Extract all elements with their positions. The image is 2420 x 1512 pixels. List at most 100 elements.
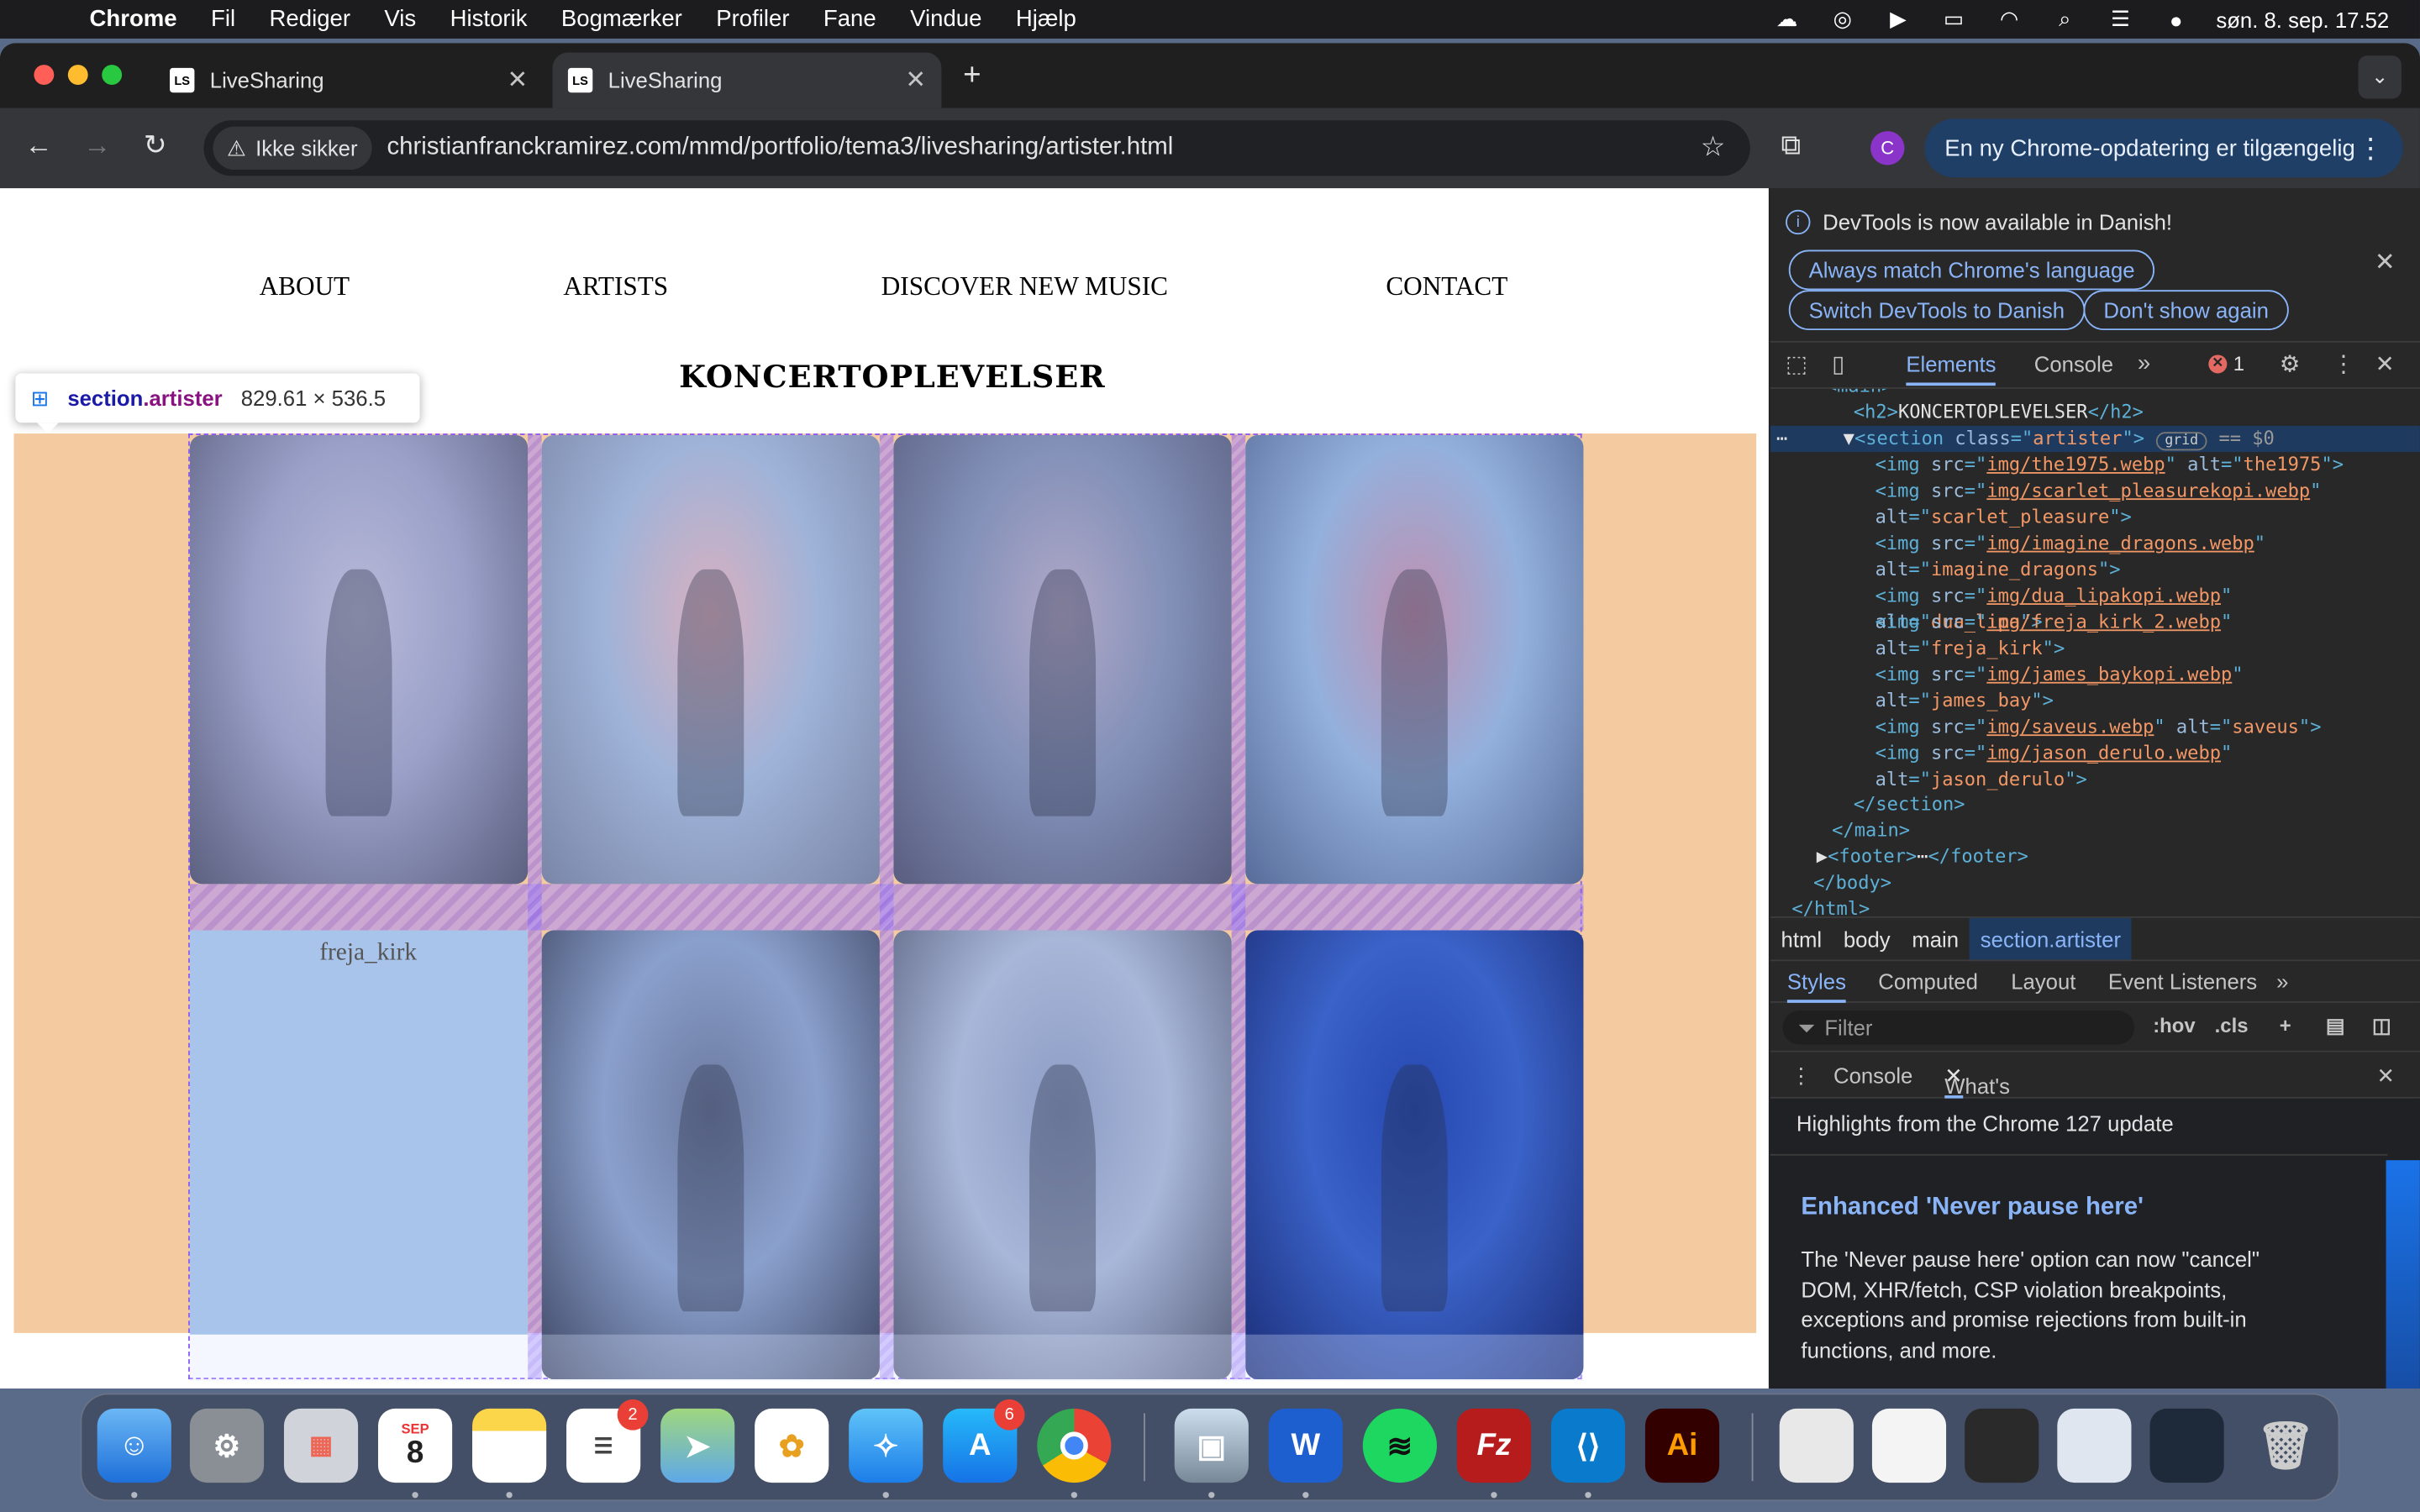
- crumb-section[interactable]: section.artister: [1969, 916, 2132, 961]
- more-tabs-chevron-icon[interactable]: »: [2138, 350, 2150, 376]
- dom-img-james-bay[interactable]: <img src="img/james_baykopi.webp" alt="j…: [1876, 662, 2408, 714]
- dom-img-the1975[interactable]: <img src="img/the1975.webp" alt="the1975…: [1876, 452, 2408, 478]
- dom-section-open[interactable]: ⋯ ▼<section class="artister"> grid == $0: [1776, 426, 2275, 455]
- close-infobar-icon[interactable]: ✕: [2375, 247, 2396, 278]
- maps-icon[interactable]: ➤: [660, 1408, 735, 1483]
- close-drawer-icon[interactable]: ✕: [2377, 1063, 2396, 1089]
- drawer-menu-icon[interactable]: ⋮: [1791, 1063, 1812, 1089]
- tab-styles[interactable]: Styles: [1786, 969, 1846, 1003]
- drawer-tab-whats-new[interactable]: What's new ✕: [1944, 1063, 2010, 1123]
- trash-icon[interactable]: 🗑: [2249, 1409, 2323, 1483]
- safari-icon[interactable]: ✧: [849, 1408, 923, 1483]
- more-style-tabs-icon[interactable]: »: [2276, 969, 2288, 993]
- reminders-icon[interactable]: ☰ 2: [566, 1399, 649, 1483]
- artist-grid-section[interactable]: freja_kirk: [188, 433, 1584, 1381]
- notes-icon[interactable]: [472, 1408, 547, 1483]
- artist-photo-the1975[interactable]: [189, 434, 529, 885]
- recent-window-thumbnail[interactable]: [1965, 1408, 2039, 1483]
- calendar-icon[interactable]: SEP 8: [377, 1408, 453, 1483]
- new-tab-plus-icon[interactable]: +: [963, 59, 981, 94]
- dom-img-saveus[interactable]: <img src="img/saveus.webp" alt="saveus">: [1876, 714, 2408, 740]
- tab-1[interactable]: LS LiveSharing ✕: [155, 52, 544, 108]
- security-chip[interactable]: ⚠ Ikke sikker: [213, 126, 372, 171]
- new-rule-plus-icon[interactable]: +: [2280, 1014, 2291, 1037]
- recent-window-thumbnail[interactable]: [2149, 1408, 2224, 1483]
- paint-icon[interactable]: ▤: [2326, 1014, 2345, 1038]
- artist-photo-jason-derulo[interactable]: [1245, 930, 1584, 1380]
- dom-h2[interactable]: <h2>KONCERTOPLEVELSER</h2>: [1854, 400, 2144, 426]
- nav-discover[interactable]: DISCOVER NEW MUSIC: [881, 271, 1168, 302]
- menu-historik[interactable]: Historik: [450, 6, 528, 32]
- wifi-icon[interactable]: ◠: [1994, 6, 2025, 30]
- siri-icon[interactable]: ●: [2160, 7, 2191, 31]
- dom-main-close[interactable]: </main>: [1832, 817, 1910, 843]
- tab-event-listeners[interactable]: Event Listeners: [2108, 969, 2257, 993]
- chrome-update-button[interactable]: En ny Chrome-opdatering er tilgængelig ⋮: [1924, 118, 2403, 178]
- nav-about[interactable]: ABOUT: [260, 271, 350, 302]
- reload-icon[interactable]: ↻: [144, 129, 167, 162]
- dom-img-jason-derulo[interactable]: <img src="img/jason_derulo.webp" alt="ja…: [1876, 741, 2408, 793]
- tab-layout[interactable]: Layout: [2011, 969, 2075, 993]
- settings-gear-icon[interactable]: ⚙: [2280, 350, 2301, 378]
- clock[interactable]: søn. 8. sep. 17.52: [2216, 7, 2389, 31]
- dom-main-open[interactable]: <main>: [1826, 389, 1893, 400]
- url-text[interactable]: christianfranckramirez.com/mmd/portfolio…: [387, 134, 1173, 162]
- dom-img-freja-kirk[interactable]: <img src="img/freja_kirk_2.webp" alt="fr…: [1876, 609, 2408, 661]
- recent-window-thumbnail[interactable]: [1871, 1408, 1947, 1483]
- error-counter[interactable]: ✕ 1: [2208, 352, 2244, 375]
- switch-to-danish-button[interactable]: Switch DevTools to Danish: [1788, 290, 2085, 331]
- always-match-language-button[interactable]: Always match Chrome's language: [1788, 249, 2155, 291]
- tab-computed[interactable]: Computed: [1878, 969, 1978, 993]
- menu-bogmaerker[interactable]: Bogmærker: [561, 6, 682, 32]
- menu-app-name[interactable]: Chrome: [90, 6, 177, 32]
- vscode-icon[interactable]: ⟨⟩: [1550, 1408, 1626, 1483]
- artist-photo-imagine-dragons[interactable]: [893, 434, 1232, 885]
- hov-toggle[interactable]: :hov: [2153, 1014, 2195, 1037]
- artist-photo-dua-lipa[interactable]: [1245, 434, 1584, 885]
- nav-artists[interactable]: ARTISTS: [563, 271, 668, 302]
- control-center-icon[interactable]: ☰: [2105, 6, 2136, 30]
- menu-vis[interactable]: Vis: [384, 6, 416, 32]
- more-options-icon[interactable]: ⋮: [2332, 350, 2355, 378]
- now-playing-icon[interactable]: ▶: [1883, 6, 1914, 30]
- hotspot-icon[interactable]: ◎: [1828, 6, 1859, 30]
- more-vert-icon[interactable]: ⋮: [2357, 132, 2385, 165]
- dom-html-close[interactable]: </html>: [1791, 896, 1870, 916]
- back-arrow-icon[interactable]: ←: [24, 129, 52, 162]
- device-toolbar-icon[interactable]: ▯: [1832, 350, 1844, 378]
- dom-img-scarlet-pleasure[interactable]: <img src="img/scarlet_pleasurekopi.webp"…: [1876, 478, 2408, 530]
- crumb-main[interactable]: main: [1901, 917, 1969, 960]
- address-bar[interactable]: ⚠ Ikke sikker christianfranckramirez.com…: [203, 120, 1750, 176]
- menu-hjaelp[interactable]: Hjælp: [1016, 6, 1076, 32]
- artist-photo-scarlet-pleasure[interactable]: [541, 434, 880, 885]
- dont-show-again-button[interactable]: Don't show again: [2083, 290, 2289, 331]
- artist-photo-saveus[interactable]: [893, 930, 1232, 1380]
- dom-section-close[interactable]: </section>: [1854, 791, 1965, 817]
- menu-vindue[interactable]: Vindue: [910, 6, 981, 32]
- profile-avatar[interactable]: C: [1870, 131, 1905, 165]
- airdrop-warning-icon[interactable]: ☁: [1771, 6, 1802, 30]
- finder-icon[interactable]: ☺: [97, 1408, 171, 1483]
- close-tab-icon[interactable]: ✕: [905, 65, 926, 96]
- tab-2-active[interactable]: LS LiveSharing ✕: [552, 52, 942, 108]
- illustrator-icon[interactable]: Ai: [1644, 1408, 1720, 1483]
- dom-tree[interactable]: <main> <h2>KONCERTOPLEVELSER</h2> ⋯ ▼<se…: [1770, 389, 2420, 916]
- app-store-icon[interactable]: A6: [943, 1399, 1025, 1483]
- dom-footer[interactable]: ▶<footer>⋯</footer>: [1817, 844, 2028, 870]
- close-window-button[interactable]: [34, 65, 55, 86]
- close-tab-icon[interactable]: ✕: [508, 65, 529, 96]
- recent-window-thumbnail[interactable]: [2057, 1408, 2132, 1483]
- nav-contact[interactable]: CONTACT: [1386, 271, 1507, 302]
- menu-rediger[interactable]: Rediger: [270, 6, 350, 32]
- broken-image-freja-kirk[interactable]: freja_kirk: [189, 930, 529, 1335]
- bookmark-star-icon[interactable]: ☆: [1701, 131, 1726, 164]
- toggle-sidebar-icon[interactable]: ◫: [2372, 1014, 2391, 1038]
- artist-photo-james-bay[interactable]: [541, 930, 880, 1380]
- extensions-puzzle-icon[interactable]: ⧉: [1781, 129, 1802, 162]
- menu-fane[interactable]: Fane: [823, 6, 876, 32]
- crumb-html[interactable]: html: [1770, 917, 1833, 960]
- system-settings-icon[interactable]: ⚙: [189, 1408, 265, 1483]
- forward-arrow-icon[interactable]: →: [83, 129, 111, 162]
- filter-input[interactable]: ⏷ Filter: [1782, 1011, 2135, 1045]
- cls-toggle[interactable]: .cls: [2215, 1014, 2249, 1037]
